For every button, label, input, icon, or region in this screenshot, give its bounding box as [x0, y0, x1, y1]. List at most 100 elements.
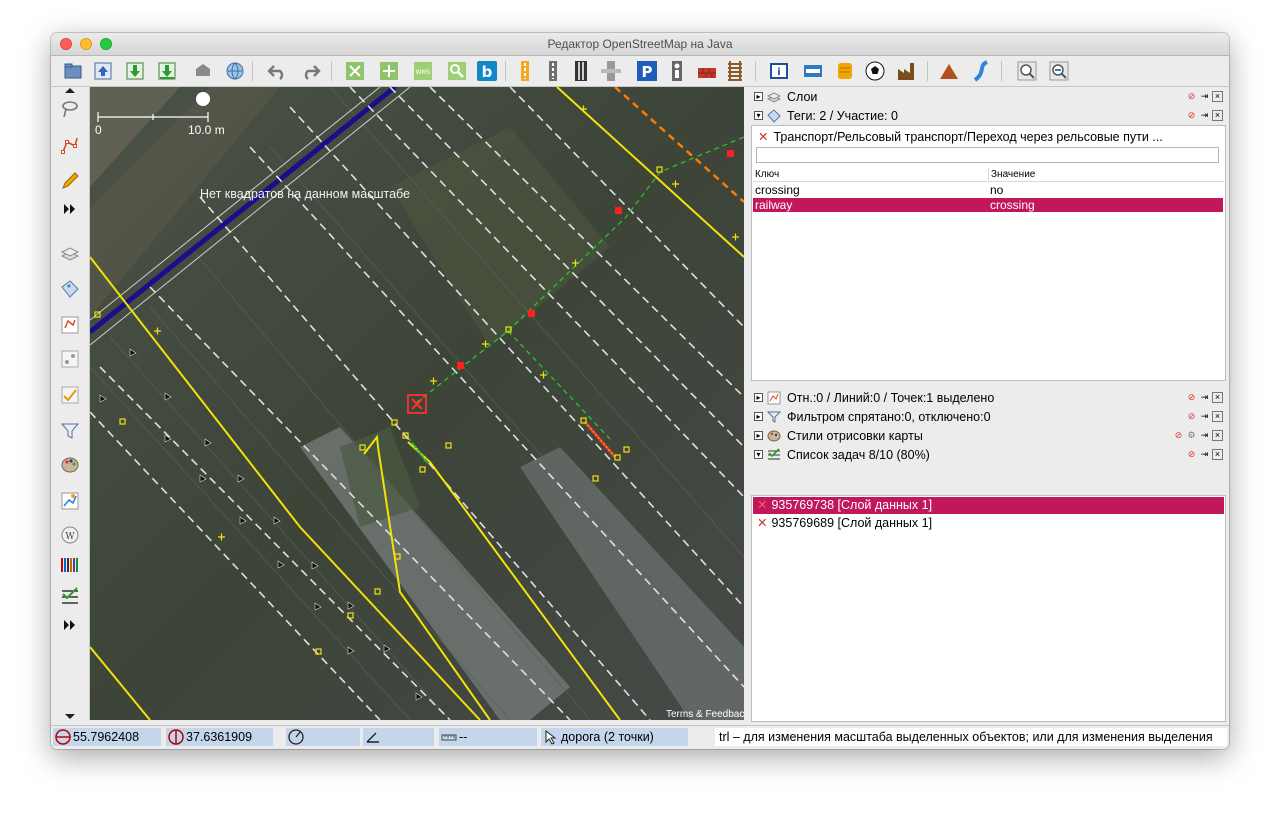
history-icon[interactable] [58, 489, 82, 513]
search-icon[interactable] [445, 59, 469, 83]
tasks-dialog-header[interactable]: ▾ Список задач 8/10 (80%) ⊘ ⇥ × [751, 446, 1225, 463]
globe-icon[interactable] [223, 59, 247, 83]
expand-toggle[interactable]: ▸ [754, 431, 763, 440]
tag-row[interactable]: crossing no [753, 183, 1223, 197]
tag-icon[interactable] [58, 277, 82, 301]
attribution-link[interactable]: Terms & Feedback [666, 709, 744, 720]
lasso-select-icon[interactable] [58, 97, 82, 121]
value-column-header[interactable]: Значение [988, 168, 1224, 182]
pin-icon[interactable]: ⇥ [1199, 430, 1210, 441]
collapse-toggle[interactable]: ▾ [754, 450, 763, 459]
layers-icon[interactable] [58, 241, 82, 265]
scroll-down-arrow-icon[interactable] [65, 714, 75, 719]
upload-changes-icon[interactable] [191, 59, 215, 83]
download-icon[interactable] [123, 59, 147, 83]
wikipedia-icon[interactable]: W [58, 523, 82, 547]
relation-icon[interactable] [58, 347, 82, 371]
map-paint-style-icon[interactable] [58, 453, 82, 477]
waterway-icon[interactable] [969, 59, 993, 83]
expand-toggle[interactable]: ▸ [754, 412, 763, 421]
collapse-toggle[interactable]: ▾ [754, 111, 763, 120]
hide-panel-icon[interactable]: ⊘ [1173, 430, 1184, 441]
pencil-icon[interactable] [58, 169, 82, 193]
zoom-in-icon[interactable] [1015, 59, 1039, 83]
wall-icon[interactable] [695, 59, 719, 83]
pin-icon[interactable]: ⇥ [1199, 91, 1210, 102]
tag-key: crossing [755, 183, 800, 197]
zoom-slider-knob[interactable] [196, 92, 210, 106]
redo-icon[interactable] [299, 59, 323, 83]
wms-icon[interactable]: WMS [411, 59, 435, 83]
industrial-icon[interactable] [895, 59, 919, 83]
expand-toggle[interactable]: ▸ [754, 92, 763, 101]
close-icon[interactable]: × [1212, 392, 1223, 403]
selection-dialog-header[interactable]: ▸ Отн.:0 / Линий:0 / Точек:1 выделено ⊘ ⇥… [751, 389, 1225, 406]
map-view[interactable]: 0 10.0 m Нет квадратов на данном масштаб… [90, 87, 744, 720]
close-icon[interactable]: × [1212, 411, 1223, 422]
close-icon[interactable]: × [1212, 449, 1223, 460]
hide-panel-icon[interactable]: ⊘ [1186, 411, 1197, 422]
todo-list-icon[interactable] [58, 585, 82, 609]
tag-key: railway [755, 198, 793, 212]
hide-panel-icon[interactable]: ⊘ [1186, 449, 1197, 460]
tourism-icon[interactable] [833, 59, 857, 83]
pin-icon[interactable]: ⇥ [1199, 411, 1210, 422]
tram-icon[interactable] [569, 59, 593, 83]
undo-icon[interactable] [265, 59, 289, 83]
pin-icon[interactable]: ⇥ [1199, 110, 1210, 121]
filter-icon[interactable] [58, 419, 82, 443]
traffic-light-icon[interactable] [513, 59, 537, 83]
maximize-window-button[interactable] [100, 38, 112, 50]
rail-icon[interactable] [541, 59, 565, 83]
scale-max-label: 10.0 m [188, 123, 225, 137]
zoom-selection-icon[interactable] [377, 59, 401, 83]
close-window-button[interactable] [60, 38, 72, 50]
peak-icon[interactable] [937, 59, 961, 83]
settings-icon[interactable]: ⚙ [1186, 430, 1197, 441]
validator-icon[interactable] [58, 383, 82, 407]
zoom-fit-icon[interactable] [343, 59, 367, 83]
close-icon[interactable]: × [1212, 430, 1223, 441]
upload-icon[interactable] [91, 59, 115, 83]
task-item[interactable]: ✕ 935769689 [Слой данных 1] [753, 515, 1224, 532]
tag-filter-input[interactable] [756, 147, 1219, 163]
hide-panel-icon[interactable]: ⊘ [1186, 392, 1197, 403]
scroll-up-arrow-icon[interactable] [65, 88, 75, 93]
close-icon[interactable]: × [1212, 110, 1223, 121]
map-canvas[interactable]: 0 10.0 m Нет квадратов на данном масштаб… [90, 87, 744, 720]
tags-dialog-header[interactable]: ▾ Теги: 2 / Участие: 0 ⊘ ⇥ × [751, 107, 1225, 124]
hide-panel-icon[interactable]: ⊘ [1186, 110, 1197, 121]
more-dialogs-icon[interactable] [58, 613, 82, 637]
expand-toggle[interactable]: ▸ [754, 393, 763, 402]
download-data-icon[interactable] [155, 59, 179, 83]
imagery-bar-icon[interactable] [58, 553, 82, 577]
draw-nodes-icon[interactable] [58, 133, 82, 157]
zoom-out-icon[interactable] [1047, 59, 1071, 83]
map-styles-dialog-header[interactable]: ▸ Стили отрисовки карты ⊘ ⚙ ⇥ × [751, 427, 1225, 444]
preset-link[interactable]: ✕ Транспорт/Рельсовый транспорт/Переход ч… [758, 129, 1163, 144]
tag-row-selected[interactable]: railway crossing [753, 198, 1223, 212]
pin-icon[interactable]: ⇥ [1199, 392, 1210, 403]
pedestrian-crossing-icon[interactable] [665, 59, 689, 83]
open-file-icon[interactable] [61, 59, 85, 83]
filter-dialog-header[interactable]: ▸ Фильтром спрятано:0, отключено:0 ⊘ ⇥ × [751, 408, 1225, 425]
task-item-selected[interactable]: ✕ 935769738 [Слой данных 1] [753, 497, 1224, 514]
help-text: trl – для изменения масштаба выделенных … [715, 728, 1227, 746]
more-tools-icon[interactable] [58, 197, 82, 221]
football-icon[interactable] [863, 59, 887, 83]
main-toolbar: WMS b P i [51, 56, 1229, 87]
key-column-header[interactable]: Ключ [753, 168, 987, 182]
layers-dialog-header[interactable]: ▸ Слои ⊘ ⇥ × [751, 88, 1225, 105]
parking-icon[interactable]: P [635, 59, 659, 83]
railway-icon[interactable] [723, 59, 747, 83]
minimize-window-button[interactable] [80, 38, 92, 50]
level-crossing-icon[interactable] [599, 59, 623, 83]
bed-icon[interactable] [801, 59, 825, 83]
close-icon[interactable]: × [1212, 91, 1223, 102]
hide-panel-icon[interactable]: ⊘ [1186, 91, 1197, 102]
info-icon[interactable]: i [767, 59, 791, 83]
cross-icon: ✕ [757, 516, 768, 530]
selection-list-icon[interactable] [58, 313, 82, 337]
bing-icon[interactable]: b [475, 59, 499, 83]
pin-icon[interactable]: ⇥ [1199, 449, 1210, 460]
